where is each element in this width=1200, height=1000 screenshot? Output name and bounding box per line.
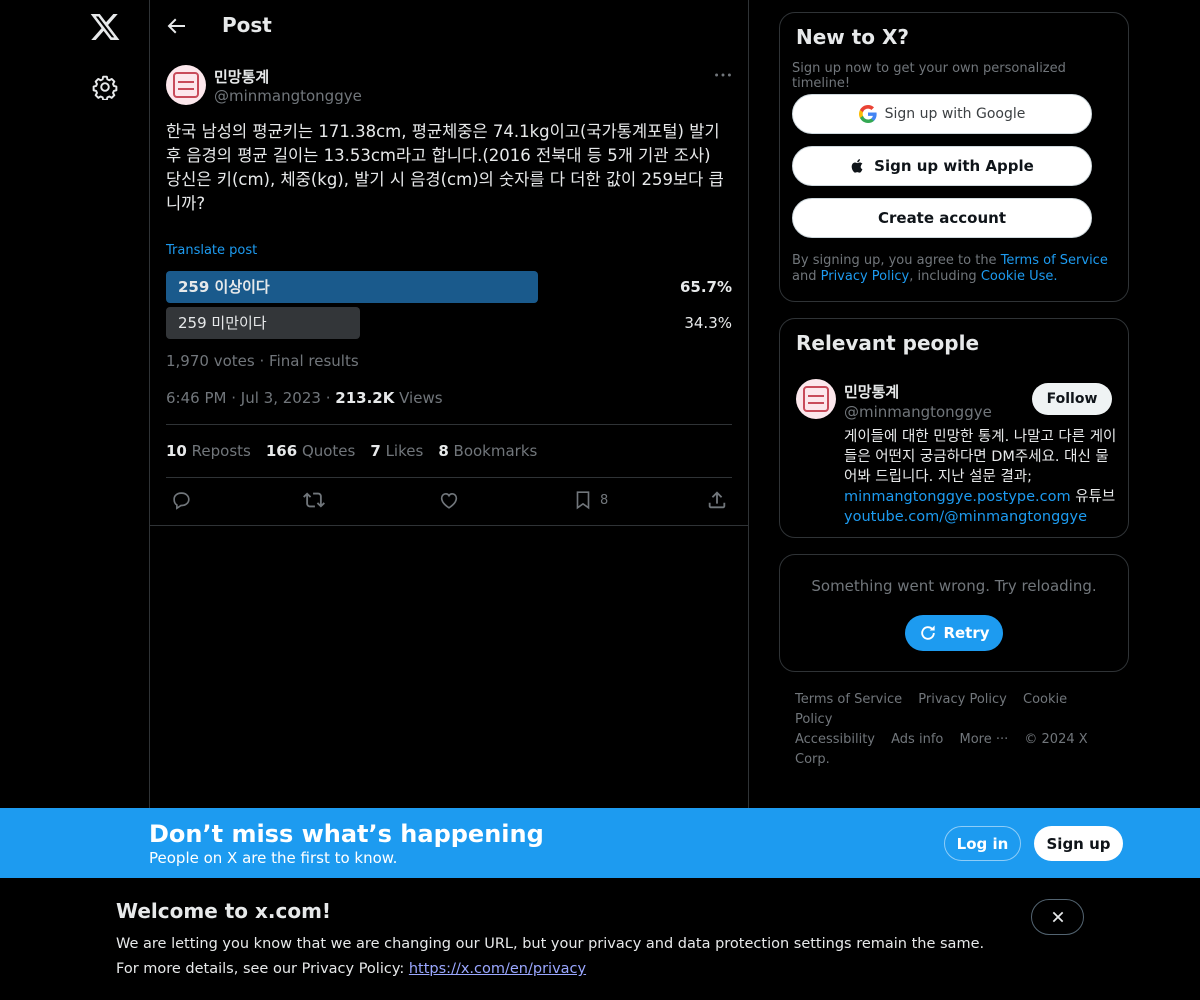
divider	[150, 525, 748, 526]
signup-button[interactable]: Sign up	[1034, 826, 1123, 861]
share-button[interactable]	[706, 488, 728, 512]
gear-icon[interactable]	[92, 74, 118, 100]
share-icon	[708, 491, 726, 509]
privacy-policy-link[interactable]: https://x.com/en/privacy	[409, 961, 586, 977]
likes-stat[interactable]: 7 Likes	[370, 442, 423, 460]
footer-link[interactable]: Privacy Policy	[918, 692, 1007, 707]
retry-button[interactable]: Retry	[905, 615, 1003, 651]
author-handle[interactable]: @minmangtonggye	[214, 87, 362, 105]
views-label: Views	[399, 389, 443, 407]
follow-button[interactable]: Follow	[1032, 383, 1112, 415]
poll-meta: 1,970 votes · Final results	[166, 352, 359, 370]
signup-banner: Don’t miss what’s happening People on X …	[0, 808, 1200, 878]
repost-icon	[303, 492, 325, 508]
footer-link[interactable]: Accessibility	[795, 732, 875, 747]
relevant-people-title: Relevant people	[796, 331, 980, 355]
heart-icon	[440, 493, 458, 509]
like-button[interactable]	[438, 488, 460, 512]
bookmark-icon	[576, 491, 590, 510]
poll-option-label: 259 이상이다	[178, 278, 270, 296]
repost-button[interactable]	[303, 488, 325, 512]
error-card: Something went wrong. Try reloading. Ret…	[779, 554, 1129, 672]
notice-privacy-text: For more details, see our Privacy Policy…	[116, 961, 587, 977]
post-date[interactable]: Jul 3, 2023	[241, 389, 321, 407]
relevant-person-handle[interactable]: @minmangtonggye	[844, 403, 992, 421]
signup-legal-text: By signing up, you agree to the Terms of…	[792, 253, 1108, 284]
url-change-notice: Welcome to x.com! We are letting you kno…	[0, 878, 1200, 1000]
relevant-person-name[interactable]: 민망통계	[844, 381, 899, 402]
error-message: Something went wrong. Try reloading.	[811, 577, 1097, 595]
bookmark-button[interactable]: 8	[572, 488, 608, 512]
banner-subtitle: People on X are the first to know.	[149, 849, 398, 867]
divider	[166, 477, 732, 478]
bio-link-postype[interactable]: minmangtonggye.postype.com	[844, 489, 1071, 505]
post-timestamp: 6:46 PM · Jul 3, 2023 · 213.2K Views	[166, 389, 443, 407]
post-time[interactable]: 6:46 PM	[166, 389, 226, 407]
privacy-link[interactable]: Privacy Policy	[821, 269, 910, 284]
x-logo-icon[interactable]	[89, 11, 121, 43]
poll-option-percent: 65.7%	[679, 278, 732, 296]
avatar[interactable]	[796, 379, 836, 419]
poll-votes: 1,970 votes	[166, 352, 255, 370]
notice-title: Welcome to x.com!	[116, 899, 332, 923]
close-icon	[1052, 911, 1063, 923]
poll-option-label: 259 미만이다	[178, 314, 267, 332]
poll-status: Final results	[269, 352, 359, 370]
create-account-button[interactable]: Create account	[792, 198, 1092, 238]
divider	[166, 424, 732, 425]
reply-icon	[173, 492, 190, 510]
translate-post-link[interactable]: Translate post	[166, 243, 257, 258]
poll-option-percent: 34.3%	[684, 314, 732, 332]
login-button[interactable]: Log in	[944, 826, 1021, 861]
cookie-link[interactable]: Cookie Use.	[981, 269, 1058, 284]
arrow-left-icon[interactable]	[164, 14, 188, 38]
footer-link[interactable]: Terms of Service	[795, 692, 902, 707]
close-button[interactable]	[1031, 899, 1084, 935]
post-text: 한국 남성의 평균키는 171.38cm, 평균체중은 74.1kg이고(국가통…	[166, 122, 724, 213]
quotes-stat[interactable]: 166 Quotes	[266, 442, 356, 460]
signup-card-title: New to X?	[796, 25, 910, 49]
google-icon	[858, 105, 877, 123]
refresh-icon	[921, 625, 936, 640]
reposts-stat[interactable]: 10 Reposts	[166, 442, 251, 460]
page-title: Post	[222, 13, 272, 37]
bio-link-youtube[interactable]: youtube.com/@minmangtonggye	[844, 509, 1087, 525]
footer-links: Terms of Service Privacy Policy Cookie P…	[795, 690, 1115, 770]
signup-card: New to X? Sign up now to get your own pe…	[779, 12, 1129, 302]
avatar[interactable]	[166, 65, 206, 105]
post-stats: 10 Reposts 166 Quotes 7 Likes 8 Bookmark…	[166, 442, 537, 460]
signup-card-subtitle: Sign up now to get your own personalized…	[792, 61, 1066, 91]
signup-google-button[interactable]: Sign up with Google	[792, 94, 1092, 134]
notice-text: We are letting you know that we are chan…	[116, 936, 985, 952]
views-count: 213.2K	[335, 389, 395, 407]
bookmarks-stat[interactable]: 8 Bookmarks	[438, 442, 537, 460]
more-icon[interactable]	[712, 64, 734, 86]
banner-title: Don’t miss what’s happening	[149, 820, 544, 848]
main-column-right-border	[748, 0, 749, 808]
main-column-left-border	[149, 0, 150, 808]
reply-button[interactable]	[170, 488, 192, 512]
apple-icon	[851, 159, 863, 173]
bookmark-count: 8	[600, 492, 609, 508]
signup-apple-button[interactable]: Sign up with Apple	[792, 146, 1092, 186]
author-name[interactable]: 민망통계	[214, 66, 269, 87]
relevant-people-card: Relevant people 민망통계 @minmangtonggye Fol…	[779, 318, 1129, 538]
post-actions: 8	[166, 488, 732, 514]
relevant-person-bio: 게이들에 대한 민망한 통계. 나말고 다른 게이들은 어떤지 궁금하다면 DM…	[844, 429, 1117, 525]
terms-link[interactable]: Terms of Service	[1001, 253, 1108, 268]
footer-more-link[interactable]: More ···	[959, 732, 1008, 747]
footer-link[interactable]: Ads info	[891, 732, 943, 747]
